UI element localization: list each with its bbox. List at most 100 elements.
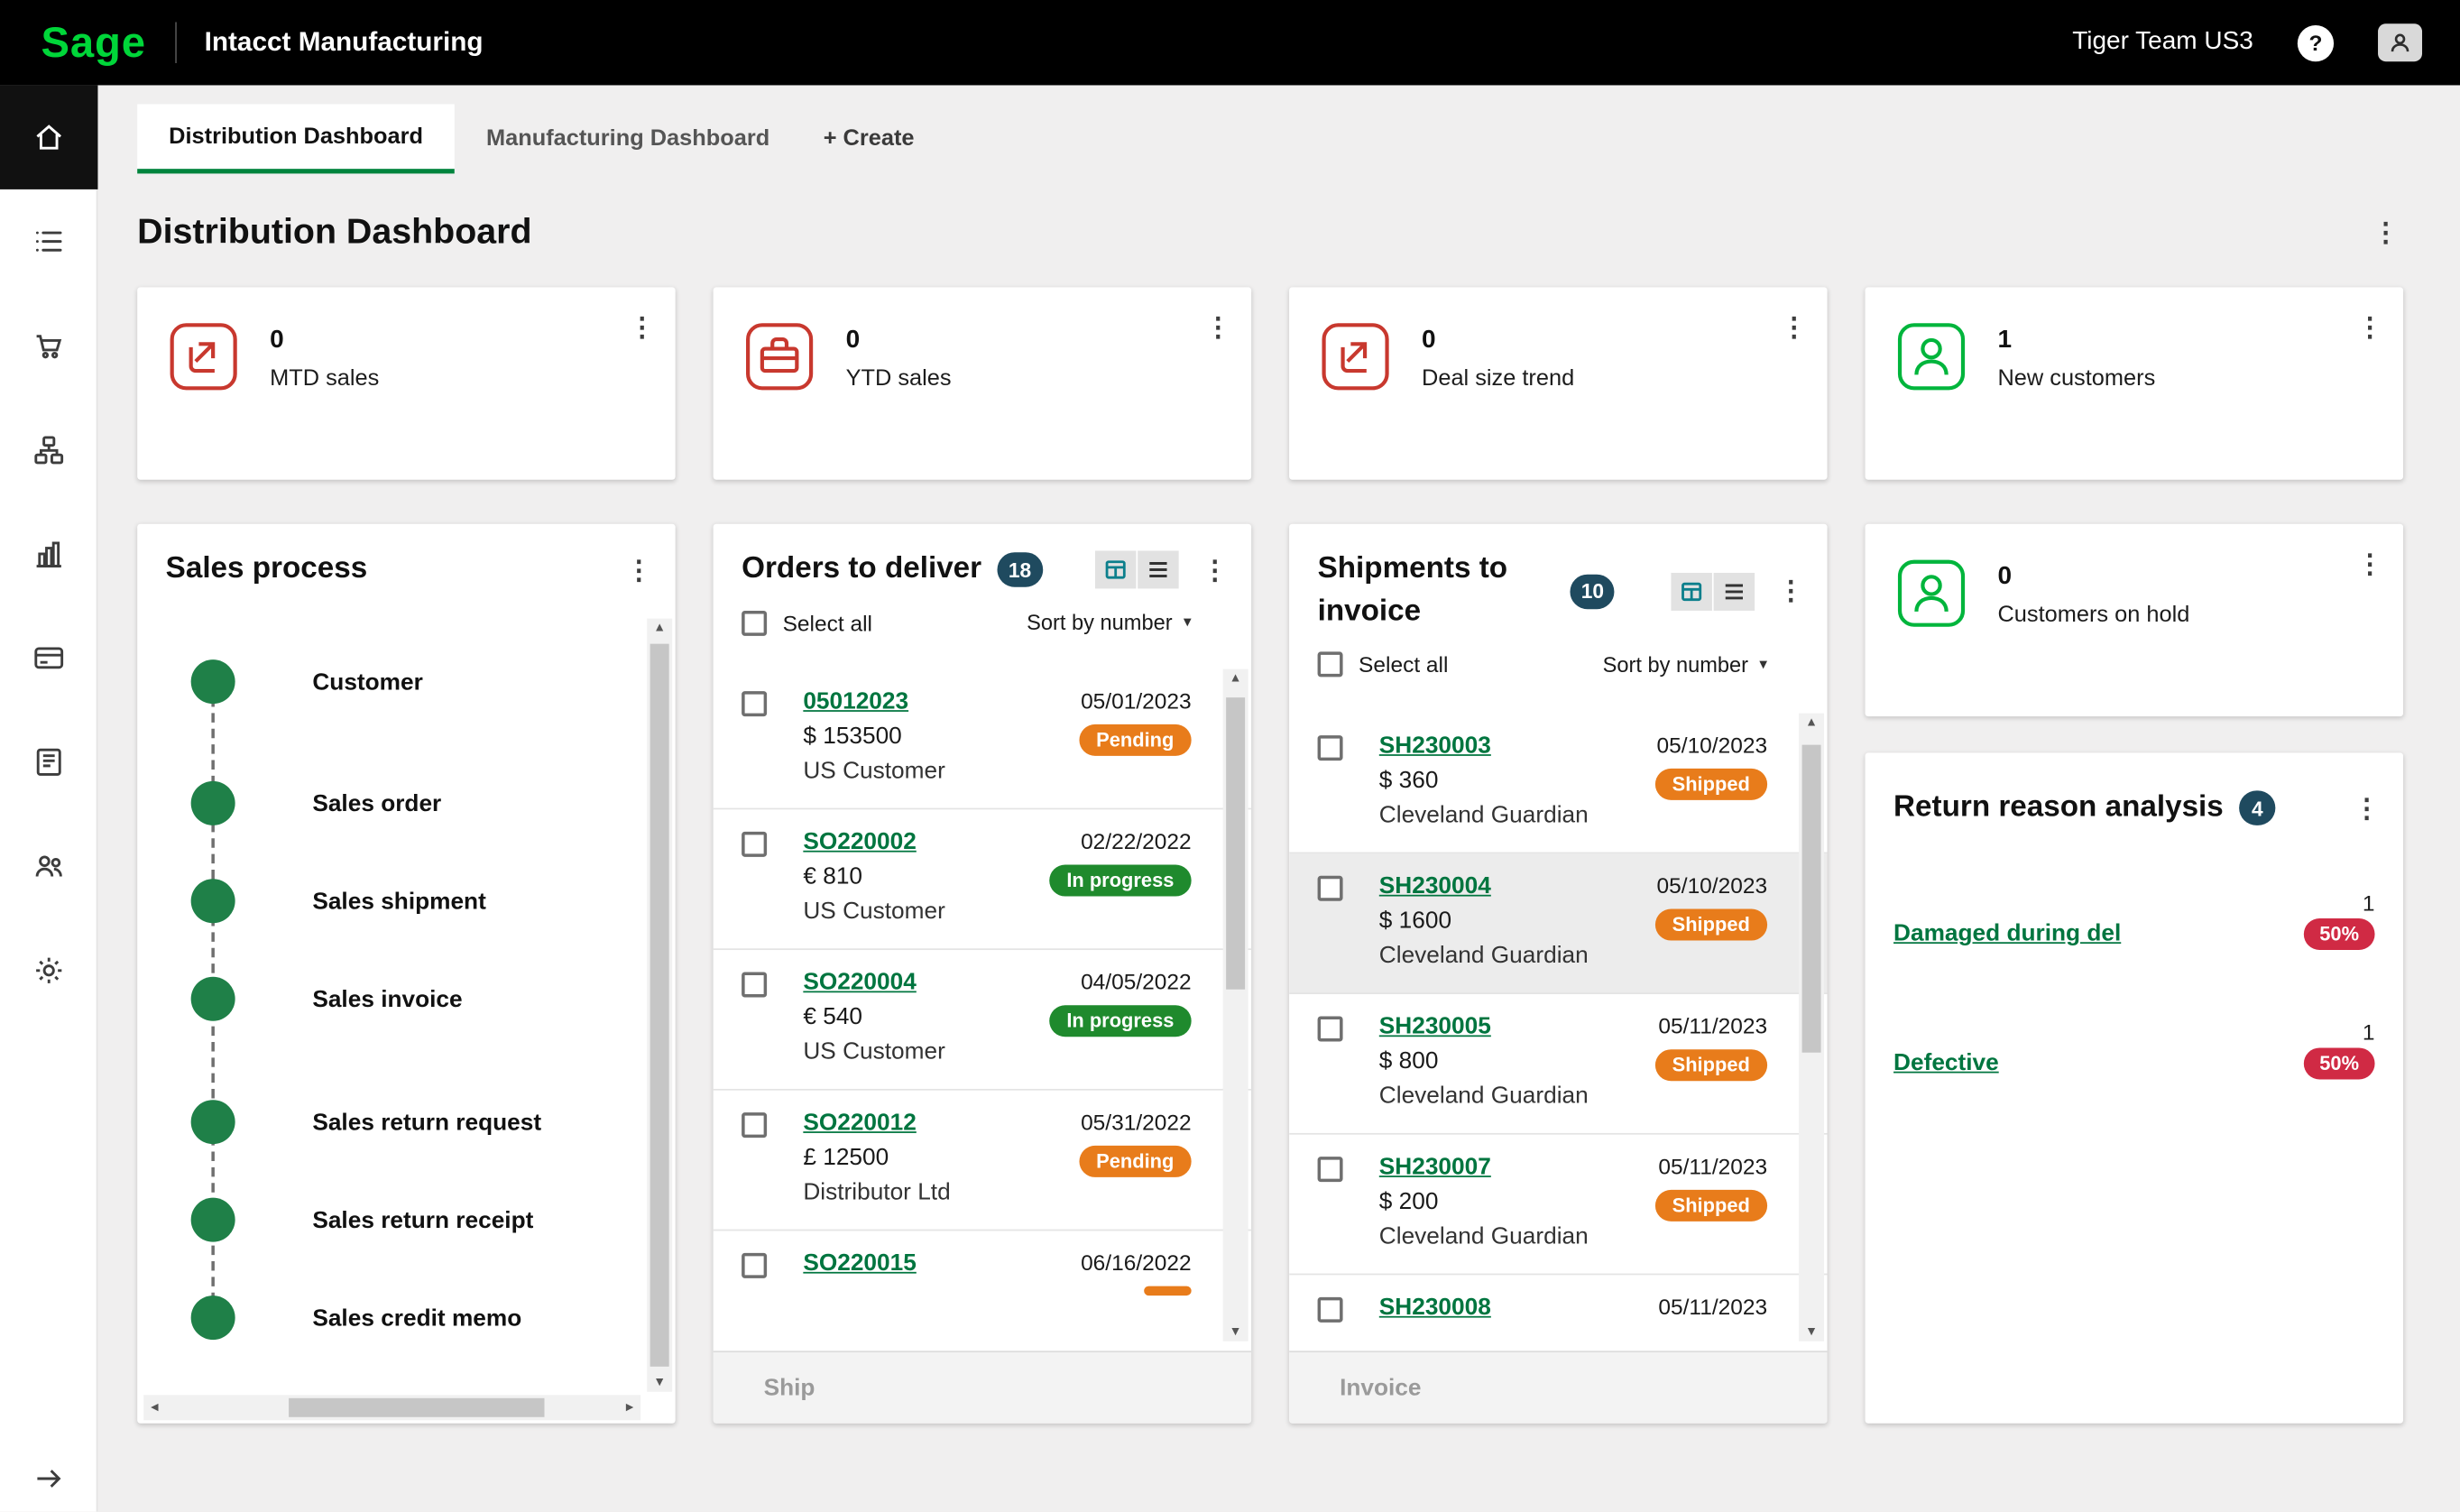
shipment-number-link[interactable]: SH230005	[1379, 1013, 1491, 1040]
scrollbar-thumb[interactable]	[1802, 745, 1821, 1053]
help-icon[interactable]: ?	[2298, 24, 2334, 60]
kpi-label: Deal size trend	[1422, 366, 1574, 392]
kebab-menu-icon[interactable]: ⋮	[1771, 570, 1811, 611]
shipment-date: 05/11/2023	[1658, 1294, 1767, 1319]
vertical-scrollbar[interactable]: ▲ ▼	[647, 619, 672, 1392]
kebab-menu-icon[interactable]: ⋮	[1194, 549, 1235, 590]
customer-icon	[1893, 318, 1969, 394]
sort-dropdown[interactable]: Sort by number ▾	[1027, 611, 1191, 634]
sidebar-expand[interactable]	[0, 1461, 97, 1496]
shipment-row: SH230003 $ 360 Cleveland Guardian 05/10/…	[1289, 714, 1827, 854]
order-date: 06/16/2022	[1081, 1249, 1192, 1275]
return-reason-row: 1 Defective 50%	[1893, 1019, 2375, 1078]
sales-box-icon	[166, 318, 242, 394]
card-view-icon[interactable]	[1671, 572, 1711, 610]
shipment-number-link[interactable]: SH230003	[1379, 733, 1491, 760]
row-checkbox[interactable]	[1318, 1157, 1343, 1182]
status-badge: Shipped	[1654, 1049, 1767, 1081]
return-reason-link[interactable]: Damaged during del	[1893, 920, 2121, 947]
row-checkbox[interactable]	[742, 973, 767, 998]
sort-dropdown[interactable]: Sort by number ▾	[1603, 653, 1767, 677]
order-number-link[interactable]: SO220004	[803, 969, 916, 996]
shipment-number-link[interactable]: SH230007	[1379, 1154, 1491, 1181]
select-all-checkbox[interactable]	[1318, 652, 1343, 678]
scroll-up-icon[interactable]: ▲	[653, 622, 666, 634]
row-checkbox[interactable]	[742, 832, 767, 857]
row-checkbox[interactable]	[1318, 735, 1343, 761]
shipment-number-link[interactable]: SH230008	[1379, 1294, 1491, 1321]
home-icon	[32, 120, 66, 154]
orders-list: 05012023 $ 153500 US Customer 05/01/2023…	[714, 669, 1251, 1341]
sidebar-item-banking[interactable]	[0, 606, 97, 710]
sidebar-item-orders[interactable]	[0, 293, 97, 397]
kebab-menu-icon[interactable]: ⋮	[2350, 543, 2391, 584]
sidebar-item-list[interactable]	[0, 189, 97, 293]
kebab-menu-icon[interactable]: ⋮	[1774, 306, 1814, 346]
row-checkbox[interactable]	[742, 1112, 767, 1138]
scrollbar-thumb[interactable]	[1226, 697, 1245, 990]
sidebar-item-home[interactable]	[0, 85, 97, 189]
topbar-right: Tiger Team US3 ?	[2072, 23, 2422, 61]
sidebar-item-settings[interactable]	[0, 918, 97, 1022]
scroll-left-icon[interactable]: ◄	[148, 1401, 161, 1414]
kpi-new-customers: 1 New customers ⋮	[1866, 287, 2403, 479]
scrollbar-thumb[interactable]	[289, 1398, 544, 1417]
invoice-button[interactable]: Invoice	[1289, 1351, 1827, 1423]
scroll-down-icon[interactable]: ▼	[1805, 1325, 1818, 1338]
orders-to-deliver-card: Orders to deliver 18 ⋮	[714, 524, 1251, 1424]
sidebar-item-ledger[interactable]	[0, 710, 97, 814]
scroll-down-icon[interactable]: ▼	[1230, 1325, 1242, 1338]
scroll-right-icon[interactable]: ►	[623, 1401, 636, 1414]
row-checkbox[interactable]	[742, 1253, 767, 1278]
sidebar-item-reports[interactable]	[0, 502, 97, 605]
ship-button[interactable]: Ship	[714, 1351, 1251, 1423]
vertical-scrollbar[interactable]: ▲ ▼	[1223, 669, 1248, 1341]
scroll-down-icon[interactable]: ▼	[653, 1376, 666, 1388]
order-number-link[interactable]: SO220002	[803, 828, 916, 855]
list-view-icon[interactable]	[1138, 551, 1178, 589]
kebab-menu-icon[interactable]: ⋮	[619, 549, 659, 590]
people-icon	[32, 849, 66, 883]
status-badge: Pending	[1079, 1146, 1192, 1177]
scroll-up-icon[interactable]: ▲	[1805, 716, 1818, 729]
vertical-scrollbar[interactable]: ▲ ▼	[1799, 714, 1824, 1341]
shipments-to-invoice-card: Shipments to invoice 10 ⋮	[1289, 524, 1827, 1424]
kebab-menu-icon[interactable]: ⋮	[2346, 788, 2387, 828]
kpi-row: 0 MTD sales ⋮ 0 YTD sales	[137, 287, 2406, 479]
kebab-menu-icon[interactable]: ⋮	[1198, 306, 1239, 346]
order-row: SO220015 06/16/2022	[714, 1231, 1251, 1341]
hierarchy-icon	[32, 432, 66, 466]
row-checkbox[interactable]	[1318, 1016, 1343, 1041]
shipment-date: 05/10/2023	[1657, 872, 1768, 898]
row-checkbox[interactable]	[742, 691, 767, 716]
tab-create[interactable]: + Create	[801, 104, 936, 173]
status-badge: Shipped	[1654, 1190, 1767, 1222]
row-checkbox[interactable]	[1318, 1297, 1343, 1323]
list-view-icon[interactable]	[1714, 572, 1755, 610]
order-number-link[interactable]: 05012023	[803, 688, 908, 715]
tab-manufacturing-dashboard[interactable]: Manufacturing Dashboard	[455, 104, 801, 173]
sidebar-item-contacts[interactable]	[0, 815, 97, 918]
order-date: 02/22/2022	[1081, 828, 1192, 853]
row-checkbox[interactable]	[1318, 876, 1343, 901]
select-all-checkbox[interactable]	[742, 610, 767, 635]
tab-distribution-dashboard[interactable]: Distribution Dashboard	[137, 104, 455, 173]
kebab-menu-icon[interactable]: ⋮	[622, 306, 662, 346]
kpi-value: 0	[1997, 563, 2189, 591]
kebab-menu-icon[interactable]: ⋮	[2365, 211, 2406, 252]
horizontal-scrollbar[interactable]: ◄ ►	[143, 1395, 640, 1420]
order-number-link[interactable]: SO220012	[803, 1110, 916, 1137]
user-avatar[interactable]	[2378, 23, 2422, 61]
kebab-menu-icon[interactable]: ⋮	[2350, 306, 2391, 346]
sage-logo: Sage	[41, 18, 145, 67]
settings-icon	[32, 954, 66, 988]
select-all-label: Select all	[783, 610, 872, 635]
order-number-link[interactable]: SO220015	[803, 1249, 916, 1277]
return-reason-link[interactable]: Defective	[1893, 1049, 1999, 1076]
card-view-icon[interactable]	[1095, 551, 1136, 589]
scrollbar-thumb[interactable]	[650, 644, 669, 1367]
shipment-number-link[interactable]: SH230004	[1379, 872, 1491, 899]
shipment-row: SH230008 05/11/2023	[1289, 1275, 1827, 1341]
sidebar-item-hierarchy[interactable]	[0, 398, 97, 502]
scroll-up-icon[interactable]: ▲	[1230, 672, 1242, 685]
